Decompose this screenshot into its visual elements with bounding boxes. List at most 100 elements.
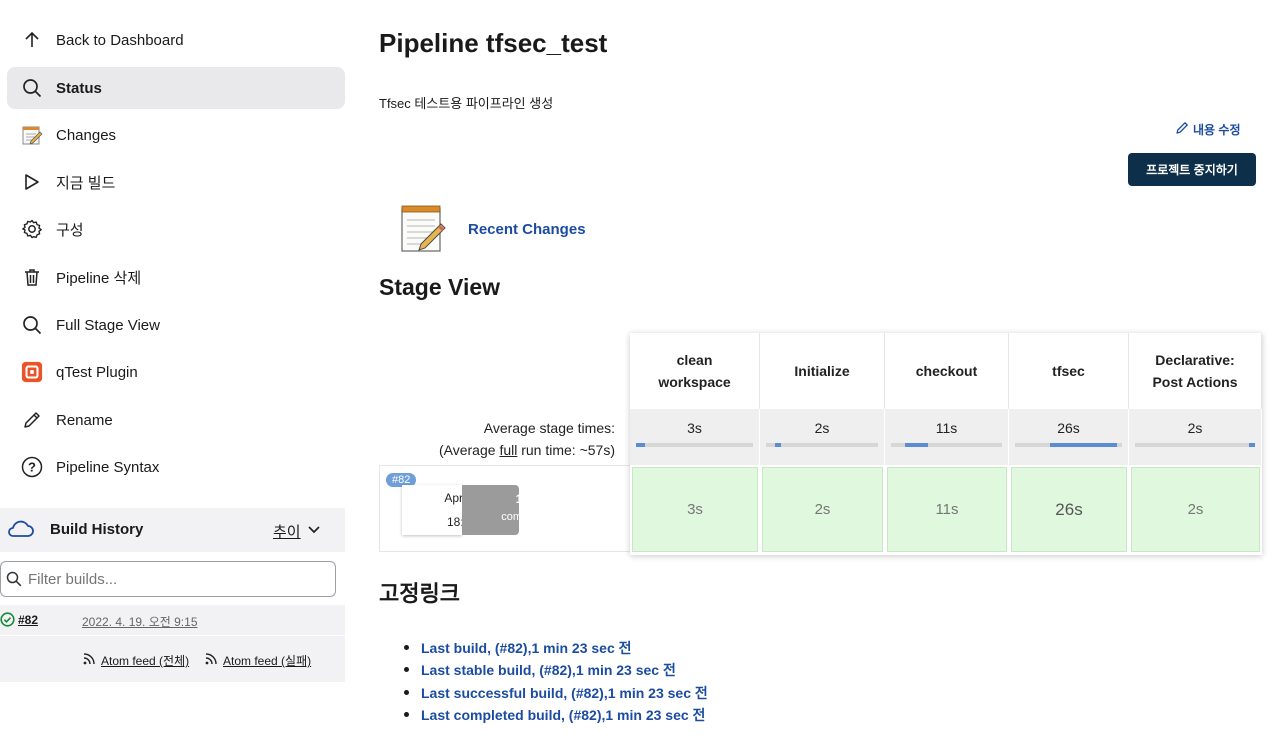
stage-progress-fill bbox=[774, 443, 781, 447]
stage-run-time: 2s bbox=[1187, 501, 1204, 518]
stage-progress-bar bbox=[891, 443, 1002, 447]
permalink-last-successful-build[interactable]: Last successful build, (#82),1 min 23 se… bbox=[404, 684, 708, 706]
average-full-run-time-label: (Average full run time: ~57s) bbox=[380, 442, 615, 458]
stage-average-time: 3s bbox=[687, 420, 702, 436]
stage-run-cell[interactable]: 11s bbox=[887, 467, 1007, 552]
trend-link[interactable]: 추이 bbox=[273, 521, 301, 542]
recent-changes-link[interactable]: Recent Changes bbox=[468, 221, 586, 238]
sidebar-item-label: Status bbox=[56, 79, 102, 97]
sidebar-item-pipeline-syntax[interactable]: ? Pipeline Syntax bbox=[7, 446, 345, 488]
stage-average-time: 11s bbox=[935, 420, 958, 436]
play-icon bbox=[21, 171, 43, 193]
qtest-icon bbox=[21, 361, 43, 383]
rss-icon bbox=[82, 652, 96, 671]
commit-count: 1 bbox=[515, 492, 523, 506]
stage-run-cell[interactable]: 3s bbox=[632, 467, 758, 552]
stage-view-title: Stage View bbox=[379, 274, 501, 300]
stage-average-cell: 3s bbox=[630, 409, 760, 465]
build-history-row: #82 2022. 4. 19. 오전 9:15 bbox=[0, 605, 345, 635]
cloud-icon bbox=[6, 518, 34, 545]
search-icon bbox=[21, 314, 43, 336]
stage-run-time: 11s bbox=[935, 501, 959, 518]
stage-header: checkout bbox=[885, 333, 1009, 409]
stage-progress-bar bbox=[1015, 443, 1122, 447]
edit-description-link[interactable]: 내용 수정 bbox=[1175, 121, 1241, 138]
stage-average-time: 2s bbox=[814, 420, 830, 436]
build-history-header: Build History 추이 bbox=[0, 508, 345, 552]
atom-feed-all-link[interactable]: Atom feed (전체) bbox=[101, 652, 189, 669]
avg-full-prefix: (Average bbox=[438, 442, 500, 458]
gear-icon bbox=[21, 218, 43, 240]
stage-progress-bar bbox=[766, 443, 878, 447]
sidebar-item-configure[interactable]: 구성 bbox=[7, 208, 345, 250]
sidebar-item-label: Pipeline 삭제 bbox=[56, 269, 142, 287]
stage-header: Declarative: Post Actions bbox=[1129, 333, 1262, 409]
stage-average-cell: 2s bbox=[1129, 409, 1262, 465]
chevron-down-icon[interactable] bbox=[306, 522, 322, 543]
sidebar-item-delete-pipeline[interactable]: Pipeline 삭제 bbox=[7, 256, 345, 298]
build-date-link[interactable]: 2022. 4. 19. 오전 9:15 bbox=[82, 613, 198, 630]
stage-progress-bar bbox=[636, 443, 753, 447]
stage-name: clean workspace bbox=[658, 352, 731, 390]
permalinks-title: 고정링크 bbox=[379, 581, 460, 606]
sidebar-item-build-now[interactable]: 지금 빌드 bbox=[7, 161, 345, 203]
commit-label: commit bbox=[501, 511, 537, 523]
search-icon bbox=[21, 77, 43, 99]
sidebar-item-status[interactable]: Status bbox=[7, 67, 345, 109]
arrow-up-icon bbox=[21, 29, 43, 51]
sidebar-item-label: Pipeline Syntax bbox=[56, 458, 160, 476]
stage-progress-fill bbox=[636, 443, 646, 447]
stage-name: Initialize bbox=[794, 363, 850, 379]
sidebar-item-rename[interactable]: Rename bbox=[7, 399, 345, 441]
pencil-icon bbox=[21, 409, 43, 431]
sidebar-item-back-to-dashboard[interactable]: Back to Dashboard bbox=[7, 19, 345, 61]
sidebar-item-full-stage-view[interactable]: Full Stage View bbox=[7, 304, 345, 346]
stage-run-cell[interactable]: 2s bbox=[762, 467, 883, 552]
stage-header: Initialize bbox=[760, 333, 885, 409]
sidebar-item-label: 지금 빌드 bbox=[56, 174, 116, 192]
stage-header: clean workspace bbox=[630, 333, 760, 409]
average-stage-times-label: Average stage times: bbox=[483, 420, 615, 436]
filter-builds-input[interactable] bbox=[28, 570, 318, 588]
sidebar-item-qtest-plugin[interactable]: qTest Plugin bbox=[7, 351, 345, 393]
search-icon bbox=[6, 571, 22, 592]
stage-run-cell[interactable]: 2s bbox=[1131, 467, 1260, 552]
stage-progress-bar bbox=[1135, 443, 1255, 447]
stage-average-cell: 11s bbox=[885, 409, 1009, 465]
svg-text:?: ? bbox=[28, 460, 36, 475]
edit-description-label: 내용 수정 bbox=[1193, 123, 1241, 137]
permalink-last-completed-build[interactable]: Last completed build, (#82),1 min 23 sec… bbox=[404, 706, 708, 728]
permalink-last-build[interactable]: Last build, (#82),1 min 23 sec 전 bbox=[404, 639, 708, 661]
sidebar-item-label: Full Stage View bbox=[56, 316, 160, 334]
notepad-icon bbox=[21, 124, 43, 146]
avg-full-suffix: run time: ~57s) bbox=[517, 442, 615, 458]
stage-name: checkout bbox=[915, 363, 978, 379]
atom-feed-failed-link[interactable]: Atom feed (실패) bbox=[223, 652, 311, 669]
build-history-title: Build History bbox=[50, 521, 144, 538]
success-check-icon bbox=[0, 612, 15, 632]
permalink-last-stable-build[interactable]: Last stable build, (#82),1 min 23 sec 전 bbox=[404, 661, 708, 683]
stage-run-time: 3s bbox=[687, 501, 703, 518]
page-title: Pipeline tfsec_test bbox=[379, 28, 608, 58]
stage-progress-fill bbox=[1050, 443, 1117, 447]
notepad-icon bbox=[397, 204, 449, 259]
project-description: Tfsec 테스트용 파이프라인 생성 bbox=[379, 96, 554, 111]
filter-builds-field[interactable] bbox=[0, 561, 336, 597]
sidebar-item-changes[interactable]: Changes bbox=[7, 114, 345, 156]
disable-project-button[interactable]: 프로젝트 중지하기 bbox=[1128, 153, 1256, 186]
build-number-link[interactable]: #82 bbox=[18, 613, 38, 627]
permalinks-list: Last build, (#82),1 min 23 sec 전 Last st… bbox=[404, 639, 708, 728]
sidebar-item-label: Back to Dashboard bbox=[56, 31, 184, 49]
stage-run-cell[interactable]: 26s bbox=[1011, 467, 1127, 552]
stage-name: Declarative: Post Actions bbox=[1152, 352, 1238, 390]
sidebar-item-label: Changes bbox=[56, 126, 117, 144]
rss-icon bbox=[204, 652, 218, 671]
stage-average-cell: 26s bbox=[1009, 409, 1129, 465]
stage-view-table: clean workspace 3s 3s Initialize 2s 2s checkou… bbox=[630, 333, 1262, 555]
help-circle-icon: ? bbox=[21, 456, 43, 478]
stage-header: tfsec bbox=[1009, 333, 1129, 409]
stage-progress-fill bbox=[1249, 443, 1255, 447]
full-run-link[interactable]: full bbox=[499, 442, 517, 458]
run-commit-box[interactable]: 1 commit bbox=[462, 485, 537, 535]
stage-run-time: 2s bbox=[814, 501, 831, 518]
